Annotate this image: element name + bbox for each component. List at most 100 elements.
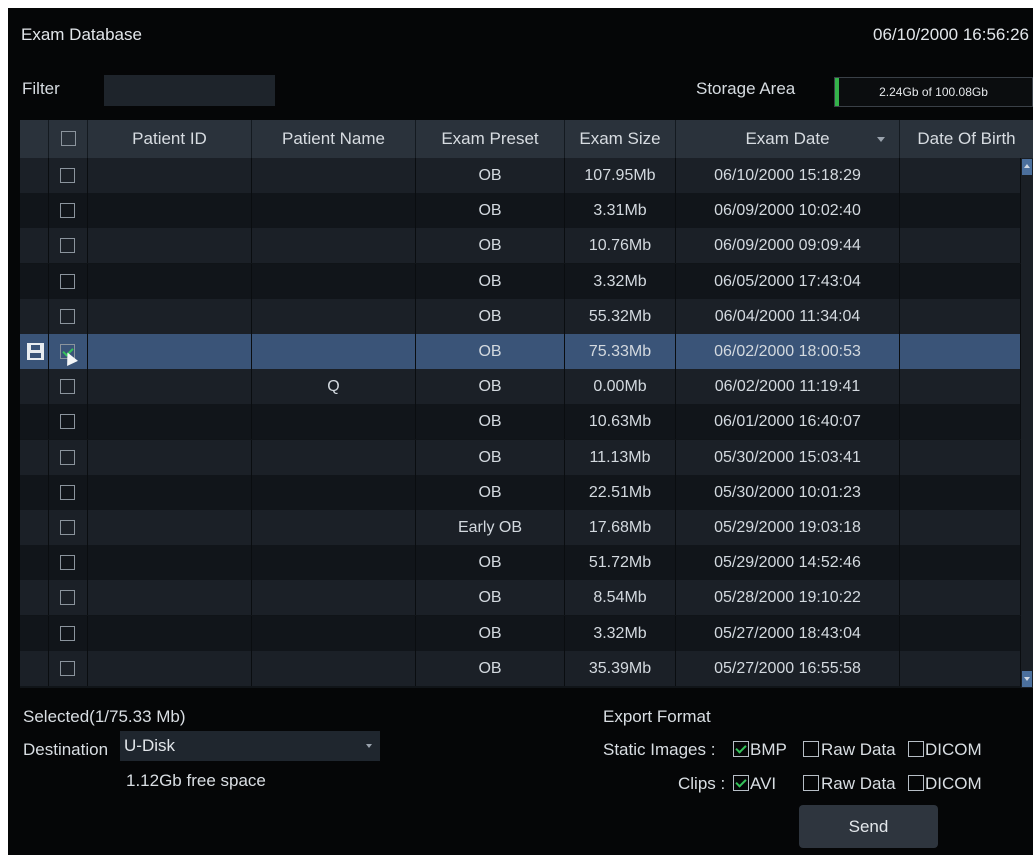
table-row[interactable]: Q OB 0.00Mb 06/02/2000 11:19:41 — [20, 369, 1021, 404]
row-checkbox-cell[interactable] — [49, 545, 88, 580]
sort-descending-icon — [877, 137, 885, 142]
column-exam-size[interactable]: Exam Size — [565, 120, 676, 158]
static-raw-data-checkbox[interactable] — [803, 741, 819, 757]
row-checkbox[interactable] — [60, 274, 75, 289]
table-header: Patient ID Patient Name Exam Preset Exam… — [20, 120, 1033, 158]
static-bmp-checkbox[interactable] — [733, 741, 749, 757]
row-checkbox-cell[interactable] — [49, 404, 88, 439]
row-checkbox-cell[interactable] — [49, 334, 88, 369]
row-checkbox[interactable] — [60, 450, 75, 465]
clips-avi-checkbox[interactable] — [733, 775, 749, 791]
exam-preset-cell: OB — [416, 158, 565, 193]
date-of-birth-cell — [900, 475, 1021, 510]
column-exam-date-label: Exam Date — [745, 129, 830, 148]
table-row[interactable]: OB 22.51Mb 05/30/2000 10:01:23 — [20, 475, 1021, 510]
row-checkbox[interactable] — [60, 203, 75, 218]
static-dicom-checkbox[interactable] — [908, 741, 924, 757]
scroll-down-icon[interactable] — [1022, 671, 1032, 687]
clock-datetime: 06/10/2000 16:56:26 — [873, 25, 1029, 44]
row-checkbox-cell[interactable] — [49, 440, 88, 475]
patient-id-cell — [88, 158, 252, 193]
table-row[interactable]: OB 3.32Mb 06/05/2000 17:43:04 — [20, 264, 1021, 299]
scroll-up-icon[interactable] — [1022, 159, 1032, 175]
table-row[interactable]: Early OB 17.68Mb 05/29/2000 19:03:18 — [20, 510, 1021, 545]
clips-raw-data-checkbox[interactable] — [803, 775, 819, 791]
column-patient-name[interactable]: Patient Name — [252, 120, 416, 158]
table-row[interactable]: OB 3.32Mb 05/27/2000 18:43:04 — [20, 616, 1021, 651]
row-status-cell — [20, 545, 49, 580]
row-checkbox[interactable] — [60, 379, 75, 394]
column-exam-date[interactable]: Exam Date — [676, 120, 900, 158]
row-checkbox-cell[interactable] — [49, 580, 88, 615]
row-checkbox-cell[interactable] — [49, 299, 88, 334]
row-checkbox-cell[interactable] — [49, 510, 88, 545]
send-button[interactable]: Send — [799, 805, 938, 848]
row-checkbox-cell[interactable] — [49, 158, 88, 193]
filter-label: Filter — [22, 79, 60, 98]
table-row[interactable]: OB 10.63Mb 06/01/2000 16:40:07 — [20, 404, 1021, 439]
table-row[interactable]: OB 10.76Mb 06/09/2000 09:09:44 — [20, 228, 1021, 263]
table-row[interactable]: OB 55.32Mb 06/04/2000 11:34:04 — [20, 299, 1021, 334]
patient-id-cell — [88, 264, 252, 299]
column-date-of-birth[interactable]: Date Of Birth — [900, 120, 1033, 158]
patient-name-cell — [252, 475, 416, 510]
row-status-cell — [20, 580, 49, 615]
row-checkbox[interactable] — [60, 661, 75, 676]
patient-id-cell — [88, 440, 252, 475]
row-checkbox-cell[interactable] — [49, 651, 88, 686]
patient-id-cell — [88, 651, 252, 686]
clips-dicom-checkbox[interactable] — [908, 775, 924, 791]
exam-database-screen: Exam Database 06/10/2000 16:56:26 Filter… — [8, 8, 1033, 855]
row-checkbox-cell[interactable] — [49, 193, 88, 228]
selected-summary: Selected(1/75.33 Mb) — [23, 707, 186, 726]
column-patient-id[interactable]: Patient ID — [88, 120, 252, 158]
patient-id-cell — [88, 580, 252, 615]
column-exam-preset[interactable]: Exam Preset — [416, 120, 565, 158]
row-status-cell — [20, 193, 49, 228]
row-checkbox-cell[interactable] — [49, 264, 88, 299]
exam-size-cell: 35.39Mb — [565, 651, 676, 686]
table-scrollbar[interactable] — [1021, 158, 1033, 688]
row-checkbox-cell[interactable] — [49, 475, 88, 510]
exam-date-cell: 06/09/2000 09:09:44 — [676, 228, 900, 263]
row-status-cell — [20, 616, 49, 651]
table-row[interactable]: OB 107.95Mb 06/10/2000 15:18:29 — [20, 158, 1021, 193]
column-select-all[interactable] — [49, 120, 88, 158]
clips-dicom-label: DICOM — [925, 774, 982, 793]
row-checkbox[interactable] — [60, 485, 75, 500]
row-status-cell — [20, 475, 49, 510]
exam-preset-cell: OB — [416, 545, 565, 580]
exam-size-cell: 10.76Mb — [565, 228, 676, 263]
date-of-birth-cell — [900, 651, 1021, 686]
destination-select[interactable]: U-Disk — [120, 731, 380, 761]
row-checkbox-cell[interactable] — [49, 228, 88, 263]
table-row[interactable]: OB 3.31Mb 06/09/2000 10:02:40 — [20, 193, 1021, 228]
exam-size-cell: 3.31Mb — [565, 193, 676, 228]
exam-date-cell: 06/02/2000 11:19:41 — [676, 369, 900, 404]
row-checkbox[interactable] — [60, 520, 75, 535]
date-of-birth-cell — [900, 440, 1021, 475]
clips-label: Clips : — [678, 774, 726, 793]
table-row[interactable]: OB 75.33Mb 06/02/2000 18:00:53 — [20, 334, 1021, 369]
row-checkbox[interactable] — [60, 414, 75, 429]
date-of-birth-cell — [900, 369, 1021, 404]
filter-input[interactable] — [104, 75, 275, 106]
row-checkbox[interactable] — [60, 590, 75, 605]
table-row[interactable]: OB 11.13Mb 05/30/2000 15:03:41 — [20, 440, 1021, 475]
table-row[interactable]: OB 8.54Mb 05/28/2000 19:10:22 — [20, 580, 1021, 615]
select-all-checkbox[interactable] — [61, 131, 76, 146]
row-checkbox-cell[interactable] — [49, 616, 88, 651]
table-row[interactable]: OB 35.39Mb 05/27/2000 16:55:58 — [20, 651, 1021, 686]
date-of-birth-cell — [900, 404, 1021, 439]
exam-preset-cell: OB — [416, 264, 565, 299]
patient-id-cell — [88, 193, 252, 228]
row-checkbox[interactable] — [60, 626, 75, 641]
row-checkbox-cell[interactable] — [49, 369, 88, 404]
exam-preset-cell: OB — [416, 299, 565, 334]
row-checkbox[interactable] — [60, 238, 75, 253]
row-checkbox[interactable] — [60, 168, 75, 183]
row-checkbox[interactable] — [60, 555, 75, 570]
table-row[interactable]: OB 51.72Mb 05/29/2000 14:52:46 — [20, 545, 1021, 580]
row-checkbox[interactable] — [60, 309, 75, 324]
row-status-cell — [20, 158, 49, 193]
